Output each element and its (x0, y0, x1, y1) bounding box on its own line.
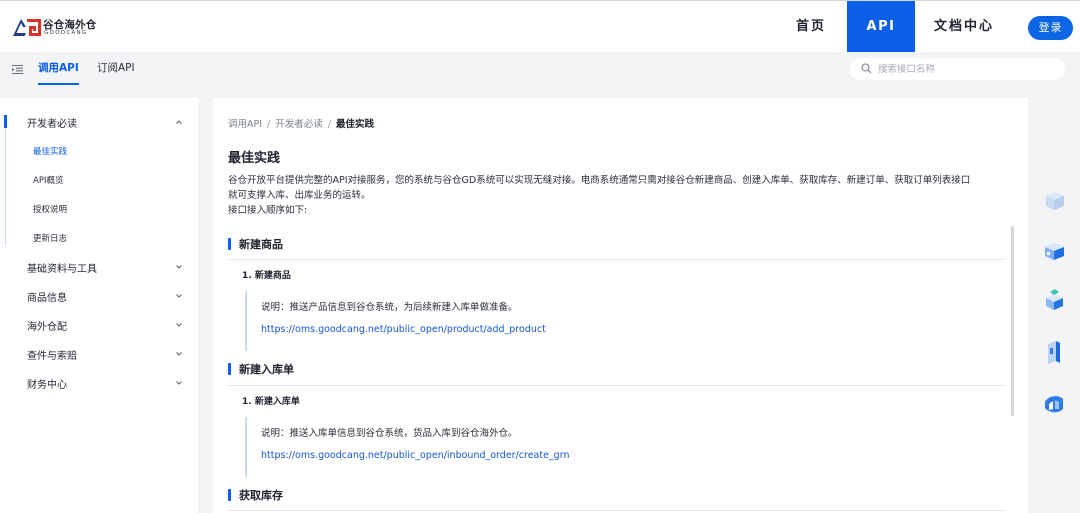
search-box (850, 58, 1065, 80)
sidebar-group-developer[interactable]: 开发者必读 (27, 115, 77, 130)
section-divider (228, 510, 1006, 511)
section-divider (228, 259, 1006, 260)
step-note: 说明：推送产品信息到谷仓系统，为后续新建入库单做准备。 https://oms.… (245, 291, 1005, 351)
intro-line: 谷仓开放平台提供完整的API对接服务，您的系统与谷仓GD系统可以实现无缝对接。电… (228, 175, 971, 186)
breadcrumb: 调用API / 开发者必读 / 最佳实践 (228, 116, 374, 130)
breadcrumb-separator: / (327, 119, 331, 130)
sidebar-group-finance[interactable]: 财务中心 (27, 376, 67, 391)
sidebar-group-basic-tools[interactable]: 基础资料与工具 (27, 260, 97, 275)
nav-api[interactable]: API (847, 1, 915, 52)
chevron-down-icon[interactable] (175, 350, 183, 358)
shield-chart-icon[interactable] (1038, 388, 1070, 420)
breadcrumb-item[interactable]: 调用API (228, 119, 262, 130)
sidebar-item-auth[interactable]: 授权说明 (33, 203, 67, 215)
sidebar-group-products[interactable]: 商品信息 (27, 289, 67, 304)
step-title: 1. 新建商品 (242, 271, 291, 281)
sidebar-group-tracking[interactable]: 查件与索赔 (27, 347, 77, 362)
section-title: 新建入库单 (228, 361, 294, 377)
api-link[interactable]: https://oms.goodcang.net/public_open/inb… (261, 450, 569, 461)
sidebar-group-overseas[interactable]: 海外仓配 (27, 318, 67, 333)
page-title: 最佳实践 (228, 151, 281, 166)
sidebar-item-changelog[interactable]: 更新日志 (33, 232, 67, 244)
sidebar: 开发者必读 最佳实践 API概览 授权说明 更新日志 基础资料与工具 商品信息 … (0, 98, 198, 513)
top-navbar: 谷仓海外仓 GOODCANG 首页 API 文档中心 登录 (0, 0, 1080, 52)
login-button[interactable]: 登录 (1028, 16, 1073, 40)
quick-tools-rail (1028, 170, 1080, 513)
intro-text: 谷仓开放平台提供完整的API对接服务，您的系统与谷仓GD系统可以实现无缝对接。电… (228, 173, 1018, 218)
tab-subscribe-api[interactable]: 订阅API (97, 52, 135, 85)
step-description: 说明：推送入库单信息到谷仓系统，货品入库到谷仓海外仓。 (261, 428, 518, 439)
brand-subname: GOODCANG (44, 30, 88, 36)
section-title: 获取库存 (228, 487, 283, 503)
breadcrumb-current: 最佳实践 (335, 119, 374, 130)
sub-toolbar: 调用API 订阅API (0, 52, 1080, 87)
breadcrumb-item[interactable]: 开发者必读 (275, 119, 323, 130)
chevron-up-icon[interactable] (175, 118, 183, 126)
chevron-down-icon[interactable] (175, 321, 183, 329)
tab-call-api[interactable]: 调用API (38, 52, 79, 85)
logo-mark-icon (13, 19, 41, 36)
nav-docs[interactable]: 文档中心 (928, 1, 1000, 52)
inventory-icon[interactable] (1038, 284, 1070, 316)
sidebar-active-indicator (4, 115, 7, 128)
sidebar-item-best-practice[interactable]: 最佳实践 (33, 145, 67, 157)
intro-line: 就可支撑入库、出库业务的运转。 (228, 190, 371, 201)
document-cube-icon[interactable] (1038, 184, 1070, 216)
sidebar-item-api-overview[interactable]: API概览 (33, 174, 63, 186)
menu-fold-icon[interactable] (12, 64, 23, 75)
chevron-down-icon[interactable] (175, 379, 183, 387)
breadcrumb-separator: / (267, 119, 271, 130)
doc-content: 调用API / 开发者必读 / 最佳实践 最佳实践 谷仓开放平台提供完整的API对接服务… (213, 98, 1028, 513)
sidebar-tree-line (5, 128, 6, 246)
content-scrollbar[interactable] (1011, 226, 1014, 416)
brand-logo[interactable]: 谷仓海外仓 GOODCANG (12, 16, 108, 40)
section-divider (228, 385, 1006, 386)
intro-line: 接口接入顺序如下: (228, 205, 308, 216)
step-note: 说明：推送入库单信息到谷仓系统，货品入库到谷仓海外仓。 https://oms.… (245, 417, 1005, 477)
search-input[interactable] (878, 60, 1058, 78)
api-link[interactable]: https://oms.goodcang.net/public_open/pro… (261, 324, 546, 335)
section-title: 新建商品 (228, 236, 283, 252)
search-icon (861, 63, 872, 74)
chevron-down-icon[interactable] (175, 263, 183, 271)
box-icon[interactable] (1038, 234, 1070, 266)
chevron-down-icon[interactable] (175, 292, 183, 300)
nav-home[interactable]: 首页 (788, 1, 834, 52)
step-description: 说明：推送产品信息到谷仓系统，为后续新建入库单做准备。 (261, 302, 518, 313)
step-title: 1. 新建入库单 (242, 397, 300, 407)
clipboard-icon[interactable] (1038, 336, 1070, 368)
